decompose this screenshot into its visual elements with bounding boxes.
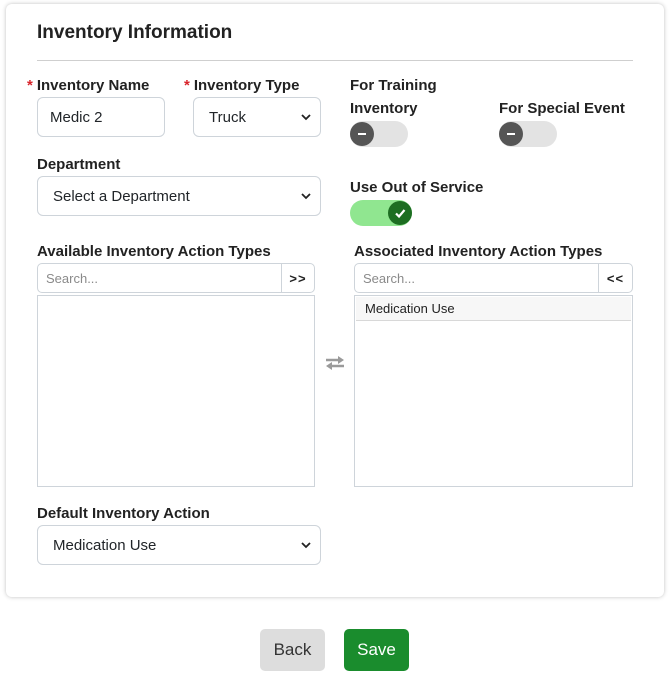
chevron-down-icon [301,193,311,200]
title-divider [37,60,633,61]
check-icon [395,209,406,219]
toggle-knob [388,201,412,225]
department-label: Department [37,156,121,173]
toggle-knob [350,122,374,146]
use-out-of-service-toggle[interactable] [350,200,412,226]
associated-actions-label: Associated Inventory Action Types [354,243,603,260]
move-left-button[interactable]: << [598,263,633,293]
associated-actions-listbox[interactable]: Medication Use [354,295,633,487]
back-button[interactable]: Back [260,629,325,671]
for-training-label-line2: Inventory [350,100,418,117]
required-marker: * [27,77,33,94]
page-title: Inventory Information [37,22,233,43]
for-special-event-toggle[interactable] [499,121,557,147]
for-training-label-line1: For Training [350,77,437,94]
available-actions-listbox[interactable] [37,295,315,487]
department-select[interactable]: Select a Department [37,176,321,216]
inventory-name-label: * Inventory Name [27,77,150,94]
for-special-event-label: For Special Event [499,100,625,117]
list-item[interactable]: Medication Use [356,297,631,321]
required-marker: * [184,77,190,94]
available-actions-search-input[interactable]: Search... [37,263,282,293]
move-right-button[interactable]: >> [281,263,315,293]
for-training-toggle[interactable] [350,121,408,147]
chevron-down-icon [301,114,311,121]
default-action-select[interactable]: Medication Use [37,525,321,565]
inventory-type-select[interactable]: Truck [193,97,321,137]
minus-icon [358,133,366,135]
associated-actions-search-input[interactable]: Search... [354,263,599,293]
default-action-label: Default Inventory Action [37,505,210,522]
available-actions-label: Available Inventory Action Types [37,243,271,260]
minus-icon [507,133,515,135]
inventory-name-input[interactable]: Medic 2 [37,97,165,137]
toggle-knob [499,122,523,146]
chevron-down-icon [301,542,311,549]
inventory-type-label: * Inventory Type [184,77,300,94]
save-button[interactable]: Save [344,629,409,671]
inventory-form-card: Inventory Information * Inventory Name Me… [6,4,664,597]
use-out-of-service-label: Use Out of Service [350,179,484,196]
swap-arrows-icon [326,356,344,370]
